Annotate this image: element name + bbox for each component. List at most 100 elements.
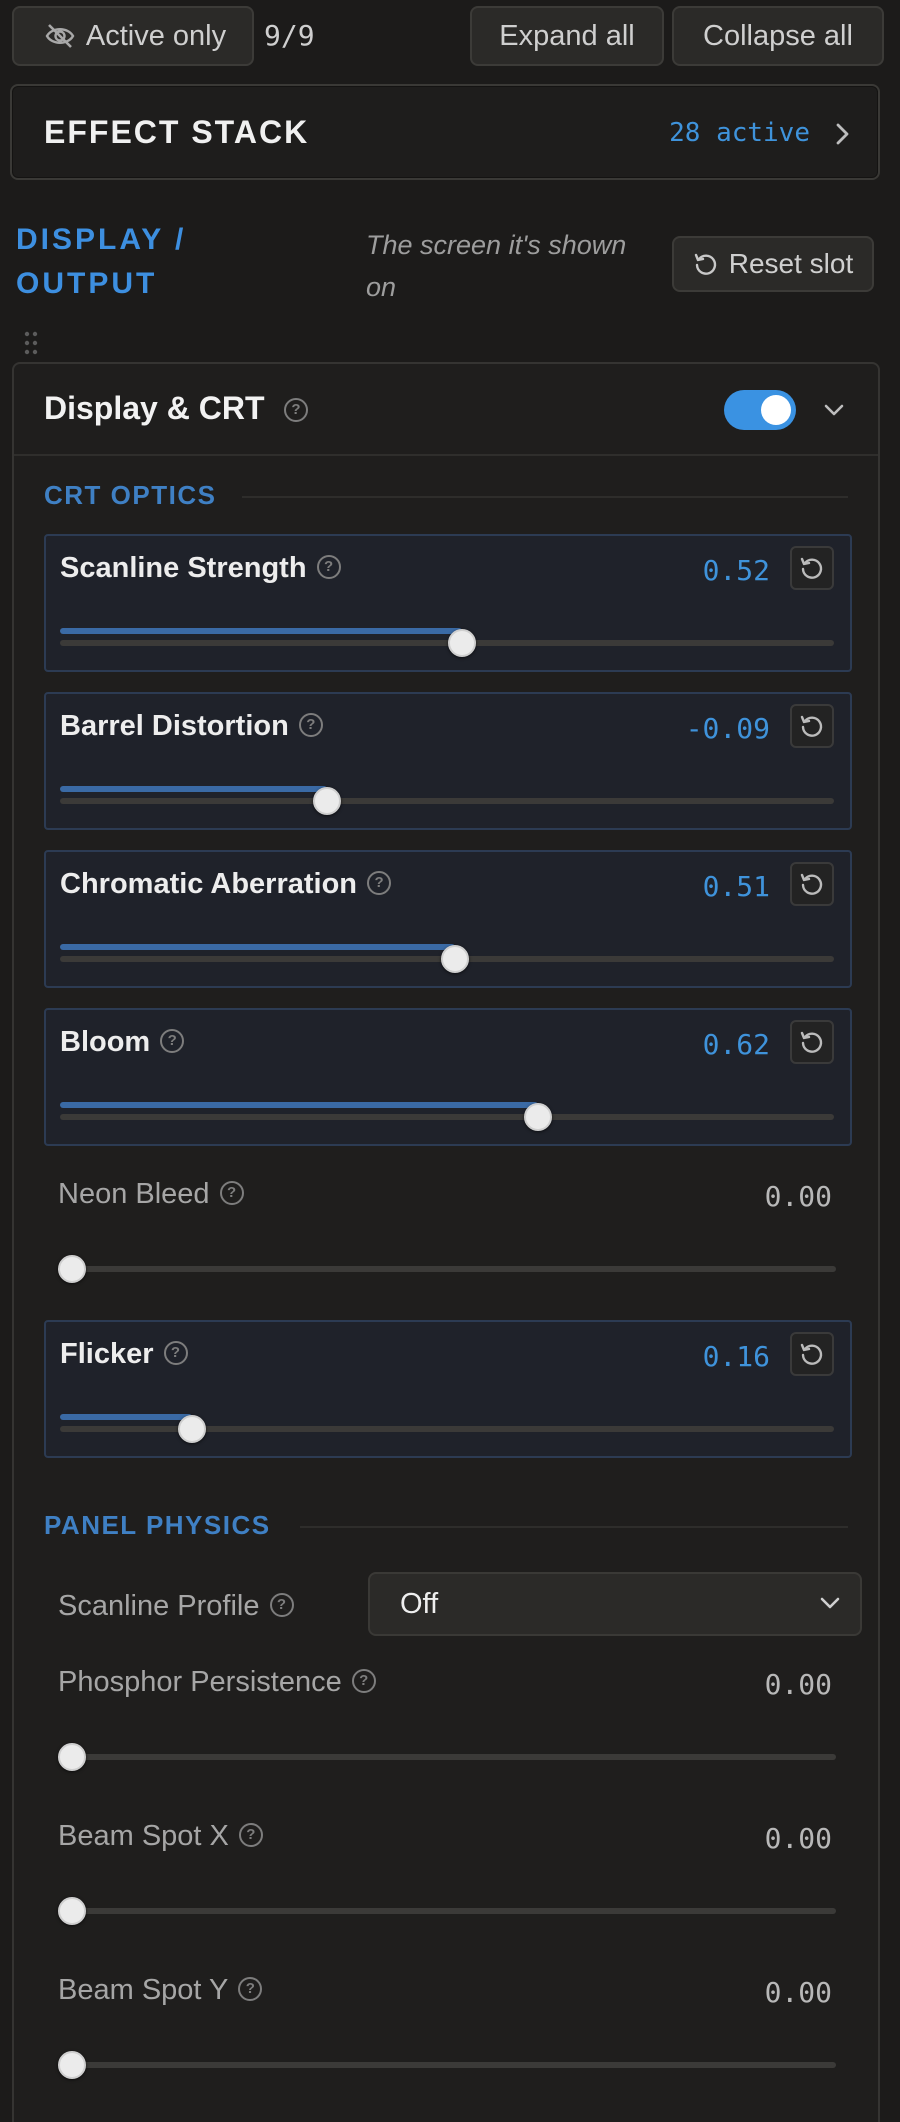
slider-thumb[interactable] — [448, 629, 477, 657]
param-value[interactable]: 0.00 — [765, 1822, 832, 1855]
reset-slot-button[interactable]: Reset slot — [672, 236, 874, 292]
param-label: Barrel Distortion? — [60, 710, 323, 743]
help-icon[interactable]: ? — [351, 1669, 376, 1694]
param-phosphor-persistence: Phosphor Persistence? 0.00 — [44, 1650, 852, 1788]
reset-icon — [800, 873, 823, 895]
param-label-text: Phosphor Persistence — [58, 1666, 342, 1698]
slider-track[interactable] — [60, 1102, 834, 1131]
param-value[interactable]: 0.52 — [703, 554, 770, 587]
reset-param-button[interactable] — [790, 546, 834, 590]
slider-thumb[interactable] — [523, 1103, 552, 1131]
slider-track[interactable] — [60, 944, 834, 973]
param-label: Beam Spot Y? — [58, 1974, 263, 2007]
help-icon[interactable]: ? — [163, 1341, 188, 1366]
slider-thumb[interactable] — [313, 787, 342, 815]
help-icon[interactable]: ? — [284, 398, 308, 422]
param-value[interactable]: 0.00 — [765, 1976, 832, 2009]
reset-slot-label: Reset slot — [728, 248, 854, 279]
scanline-profile-select[interactable]: Off — [368, 1572, 862, 1636]
param-label-text: Flicker — [60, 1338, 154, 1370]
panel-header[interactable]: Display & CRT ? — [14, 364, 878, 456]
help-icon[interactable]: ? — [316, 555, 341, 580]
toggle-knob — [761, 395, 791, 425]
collapse-all-button[interactable]: Collapse all — [672, 6, 884, 66]
slider-track[interactable] — [60, 1414, 834, 1443]
param-value[interactable]: 0.00 — [765, 1180, 832, 1213]
slot-title-line-2: OUTPUT — [16, 267, 158, 300]
reset-icon — [694, 253, 716, 275]
active-only-label: Active only — [85, 19, 227, 52]
slider-track[interactable] — [58, 1255, 836, 1283]
help-icon[interactable]: ? — [238, 1977, 263, 2002]
help-icon[interactable]: ? — [269, 1593, 294, 1618]
scanline-profile-label: Scanline Profile? — [58, 1590, 294, 1623]
slot-title: DISPLAY / OUTPUT — [16, 218, 186, 306]
chevron-right-icon — [836, 123, 849, 145]
help-icon[interactable]: ? — [219, 1181, 244, 1206]
param-label-text: Beam Spot X — [58, 1820, 229, 1852]
param-barrel-distortion: Barrel Distortion? -0.09 — [44, 692, 852, 830]
section-divider — [242, 496, 848, 498]
slider-fill — [60, 1102, 538, 1108]
param-label: Chromatic Aberration? — [60, 868, 392, 901]
section-divider — [300, 1526, 848, 1528]
slider-track[interactable] — [60, 628, 834, 657]
param-value[interactable]: 0.00 — [765, 1668, 832, 1701]
reset-icon — [800, 557, 823, 579]
slider-thumb[interactable] — [58, 2051, 86, 2079]
display-crt-panel: Display & CRT ? CRT OPTICS Scanline Stre… — [12, 362, 880, 2122]
slider-track[interactable] — [58, 1743, 836, 1771]
param-beam-spot-x: Beam Spot X? 0.00 — [44, 1804, 852, 1942]
drag-handle-icon[interactable] — [22, 330, 40, 356]
scanline-profile-value: Off — [400, 1588, 439, 1620]
param-beam-spot-y: Beam Spot Y? 0.00 — [44, 1958, 852, 2096]
param-value[interactable]: 0.62 — [703, 1028, 770, 1061]
help-icon[interactable]: ? — [238, 1823, 263, 1848]
effect-stack-header[interactable]: EFFECT STACK 28 active — [10, 84, 880, 180]
param-label-text: Neon Bleed — [58, 1178, 210, 1210]
slider-thumb[interactable] — [440, 945, 469, 973]
param-bloom: Bloom? 0.62 — [44, 1008, 852, 1146]
param-neon-bleed: Neon Bleed? 0.00 — [44, 1162, 852, 1300]
param-label-text: Scanline Strength — [60, 552, 307, 584]
param-label-text: Beam Spot Y — [58, 1974, 229, 2006]
param-label-text: Chromatic Aberration — [60, 868, 358, 900]
slot-description-line-1: The screen it's shown — [366, 230, 627, 260]
slider-track[interactable] — [60, 786, 834, 815]
param-label: Bloom? — [60, 1026, 185, 1059]
param-label: Beam Spot X? — [58, 1820, 263, 1853]
param-label-text: Bloom — [60, 1026, 151, 1058]
expand-all-button[interactable]: Expand all — [470, 6, 664, 66]
slider-thumb[interactable] — [58, 1255, 86, 1283]
param-flicker: Flicker? 0.16 — [44, 1320, 852, 1458]
slot-description: The screen it's shown on — [366, 224, 666, 308]
help-icon[interactable]: ? — [298, 713, 323, 738]
param-label: Phosphor Persistence? — [58, 1666, 376, 1699]
slot-description-line-2: on — [366, 272, 397, 302]
reset-param-button[interactable] — [790, 862, 834, 906]
slider-thumb[interactable] — [58, 1897, 86, 1925]
param-value[interactable]: -0.09 — [686, 712, 770, 745]
param-value[interactable]: 0.16 — [703, 1340, 770, 1373]
reset-param-button[interactable] — [790, 1332, 834, 1376]
param-scanline-strength: Scanline Strength? 0.52 — [44, 534, 852, 672]
help-icon[interactable]: ? — [160, 1029, 185, 1054]
chevron-down-icon[interactable] — [820, 398, 848, 422]
scanline-profile-label-text: Scanline Profile — [58, 1590, 260, 1622]
slider-fill — [60, 786, 328, 792]
param-label-text: Barrel Distortion — [60, 710, 289, 742]
slot-title-line-1: DISPLAY / — [16, 223, 187, 256]
eye-off-icon — [45, 24, 75, 48]
panel-enable-toggle[interactable] — [724, 390, 796, 430]
slider-thumb[interactable] — [177, 1415, 206, 1443]
active-only-button[interactable]: Active only — [12, 6, 254, 66]
slider-track[interactable] — [58, 2051, 836, 2079]
slider-track[interactable] — [58, 1897, 836, 1925]
reset-param-button[interactable] — [790, 1020, 834, 1064]
param-value[interactable]: 0.51 — [703, 870, 770, 903]
param-label: Scanline Strength? — [60, 552, 341, 585]
panel-title: Display & CRT — [44, 390, 265, 426]
help-icon[interactable]: ? — [367, 871, 392, 896]
reset-param-button[interactable] — [790, 704, 834, 748]
slider-thumb[interactable] — [58, 1743, 86, 1771]
